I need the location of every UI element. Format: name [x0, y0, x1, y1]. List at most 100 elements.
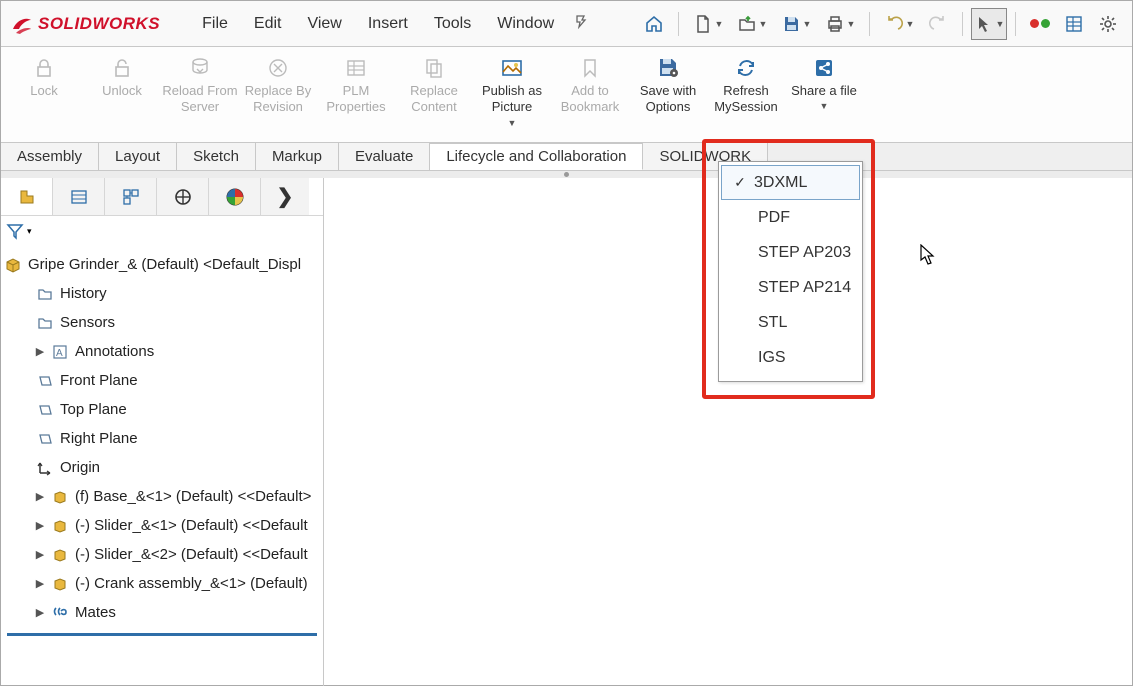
tree-mates[interactable]: ▶Mates — [1, 598, 323, 627]
unlock-label: Unlock — [102, 83, 142, 99]
tree-crank[interactable]: ▶(-) Crank assembly_&<1> (Default) — [1, 569, 323, 598]
share-file-button[interactable]: Share a file ▼ — [785, 53, 863, 143]
share-caret[interactable]: ▼ — [820, 101, 829, 112]
menu-tools[interactable]: Tools — [422, 11, 483, 37]
panel-layout-button[interactable] — [1058, 8, 1090, 40]
replace-content-button: Replace Content — [395, 53, 473, 143]
feature-manager-panel: ❯ ▾ Gripe Grinder_& (Default) <Default_D… — [1, 178, 324, 686]
check-icon: ✓ — [726, 174, 754, 191]
refresh-label: Refresh MySession — [707, 83, 785, 116]
menu-window[interactable]: Window — [485, 11, 566, 37]
plane-icon — [35, 402, 55, 418]
open-button[interactable]: ▼ — [731, 8, 773, 40]
feature-manager-tabs: ❯ — [1, 178, 323, 216]
tab-layout[interactable]: Layout — [99, 143, 177, 170]
refresh-button[interactable]: Refresh MySession — [707, 53, 785, 143]
tab-evaluate[interactable]: Evaluate — [339, 143, 430, 170]
tree-root[interactable]: Gripe Grinder_& (Default) <Default_Displ — [1, 250, 323, 279]
share-opt-step214[interactable]: STEP AP214 — [721, 270, 860, 305]
new-button[interactable]: ▼ — [687, 8, 729, 40]
tab-lifecycle[interactable]: Lifecycle and Collaboration — [430, 143, 643, 170]
tree-sensors[interactable]: Sensors — [1, 308, 323, 337]
share-opt-label: IGS — [758, 349, 786, 367]
part-icon — [50, 518, 70, 534]
filter-button[interactable]: ▾ — [5, 221, 32, 241]
plm-button: PLM Properties — [317, 53, 395, 143]
tab-sketch[interactable]: Sketch — [177, 143, 256, 170]
plane-icon — [35, 373, 55, 389]
publish-caret[interactable]: ▼ — [508, 118, 517, 129]
tab-assembly[interactable]: Assembly — [1, 143, 99, 170]
plane-icon — [35, 431, 55, 447]
share-opt-label: 3DXML — [754, 174, 807, 192]
print-button[interactable]: ▼ — [819, 8, 861, 40]
share-opt-pdf[interactable]: PDF — [721, 200, 860, 235]
mates-icon — [50, 605, 70, 621]
replace-content-label: Replace Content — [395, 83, 473, 116]
fm-tab-more[interactable]: ❯ — [261, 178, 309, 215]
bookmark-label: Add to Bookmark — [551, 83, 629, 116]
expander-icon[interactable]: ▶ — [35, 548, 45, 561]
fm-tab-tree[interactable] — [1, 178, 53, 215]
save-button[interactable]: ▼ — [775, 8, 817, 40]
tree-annotations[interactable]: ▶AAnnotations — [1, 337, 323, 366]
tree-base[interactable]: ▶(f) Base_&<1> (Default) <<Default> — [1, 482, 323, 511]
tree-right-plane[interactable]: Right Plane — [1, 424, 323, 453]
tree-history-label: History — [60, 285, 107, 302]
tree-history[interactable]: History — [1, 279, 323, 308]
tree-origin[interactable]: Origin — [1, 453, 323, 482]
menu-file[interactable]: File — [190, 11, 240, 37]
select-tool-button[interactable]: ▼ — [971, 8, 1007, 40]
settings-gear-button[interactable] — [1092, 8, 1124, 40]
tree-slider1-label: (-) Slider_&<1> (Default) <<Default — [75, 517, 308, 534]
redo-button[interactable] — [922, 8, 954, 40]
share-opt-3dxml[interactable]: ✓3DXML — [721, 165, 860, 200]
tree-end-rule — [7, 633, 317, 636]
app-name: SOLIDWORKS — [38, 14, 160, 34]
part-icon — [50, 547, 70, 563]
lock-label: Lock — [30, 83, 57, 99]
menu-insert[interactable]: Insert — [356, 11, 420, 37]
assembly-icon — [3, 256, 23, 274]
panel-splitter[interactable] — [1, 171, 1132, 178]
expander-icon[interactable]: ▶ — [35, 490, 45, 503]
undo-button[interactable]: ▼ — [878, 8, 920, 40]
replace-rev-button: Replace By Revision — [239, 53, 317, 143]
expander-icon[interactable]: ▶ — [35, 606, 45, 619]
publish-picture-button[interactable]: Publish as Picture ▼ — [473, 53, 551, 143]
app-logo: SOLIDWORKS — [9, 11, 160, 37]
share-label: Share a file — [791, 83, 857, 99]
share-opt-stl[interactable]: STL — [721, 305, 860, 340]
expander-icon[interactable]: ▶ — [35, 519, 45, 532]
annotation-icon: A — [50, 344, 70, 360]
pin-icon[interactable] — [574, 13, 590, 34]
part-icon — [50, 576, 70, 592]
tree-slider1[interactable]: ▶ (-) Slider_&<1> (Default) <<Default — [1, 511, 323, 540]
tree-slider2-label: (-) Slider_&<2> (Default) <<Default — [75, 546, 308, 563]
share-opt-igs[interactable]: IGS — [721, 340, 860, 375]
home-button[interactable] — [638, 8, 670, 40]
ds-swirl-icon — [9, 11, 35, 37]
fm-tab-config[interactable] — [105, 178, 157, 215]
expander-icon[interactable]: ▶ — [35, 577, 45, 590]
share-opt-label: PDF — [758, 209, 790, 227]
fm-tab-dim[interactable] — [157, 178, 209, 215]
menu-view[interactable]: View — [295, 11, 353, 37]
top-menus: File Edit View Insert Tools Window — [190, 11, 566, 37]
fm-tab-appearance[interactable] — [209, 178, 261, 215]
fm-tab-property[interactable] — [53, 178, 105, 215]
menu-edit[interactable]: Edit — [242, 11, 294, 37]
save-options-button[interactable]: Save with Options — [629, 53, 707, 143]
status-lights[interactable] — [1024, 8, 1056, 40]
share-opt-step203[interactable]: STEP AP203 — [721, 235, 860, 270]
tree-front-plane[interactable]: Front Plane — [1, 366, 323, 395]
tab-markup[interactable]: Markup — [256, 143, 339, 170]
expander-icon[interactable]: ▶ — [35, 345, 45, 358]
tree-sensors-label: Sensors — [60, 314, 115, 331]
tree-top-plane[interactable]: Top Plane — [1, 395, 323, 424]
feature-tree[interactable]: Gripe Grinder_& (Default) <Default_Displ… — [1, 246, 323, 631]
tree-slider2[interactable]: ▶ (-) Slider_&<2> (Default) <<Default — [1, 540, 323, 569]
ribbon: Lock Unlock Reload From Server Replace B… — [1, 47, 1132, 143]
menu-bar: SOLIDWORKS File Edit View Insert Tools W… — [1, 1, 1132, 47]
share-dropdown[interactable]: ✓3DXML PDF STEP AP203 STEP AP214 STL IGS — [718, 161, 863, 382]
